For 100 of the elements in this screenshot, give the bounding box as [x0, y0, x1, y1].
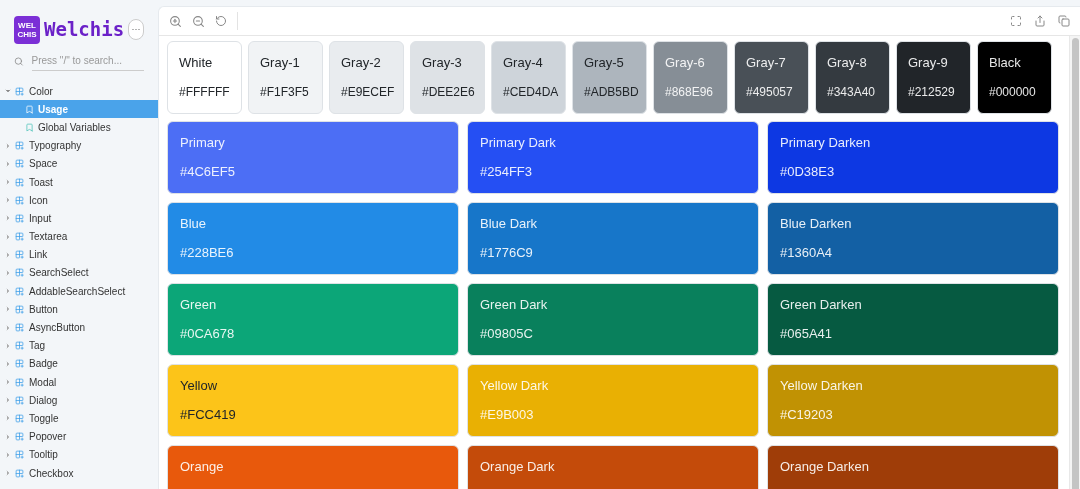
swatch-name: Gray-1 [260, 55, 301, 71]
swatch-name: White [179, 55, 214, 71]
component-icon [15, 395, 24, 405]
swatch-name: Blue Darken [780, 216, 853, 232]
component-icon [15, 359, 24, 369]
component-icon [15, 86, 24, 96]
swatch-name: Green Dark [480, 297, 549, 313]
swatch-name: Gray-7 [746, 55, 787, 71]
swatch-name: Yellow Dark [480, 378, 550, 394]
swatch-hex: #868E96 [665, 84, 715, 100]
sidebar-item[interactable]: Input [0, 209, 158, 228]
sidebar-item[interactable]: AddableSearchSelect [0, 282, 158, 301]
component-icon [15, 286, 24, 296]
swatch-name: Gray-5 [584, 55, 625, 71]
component-icon [15, 268, 24, 278]
swatch-name: Primary Darken [780, 135, 872, 151]
component-icon [15, 232, 24, 242]
sidebar-item[interactable]: Space [0, 154, 158, 173]
swatch-name: Blue [180, 216, 208, 232]
swatch-name: Blue Dark [480, 216, 539, 232]
search-field[interactable]: Press "/" to search... [31, 51, 144, 71]
component-icon [15, 304, 24, 314]
reset-zoom-icon[interactable] [215, 15, 227, 27]
swatch-hex: #212529 [908, 84, 956, 100]
component-icon [15, 432, 24, 442]
swatch-name: Orange [180, 459, 225, 475]
component-icon [15, 213, 24, 223]
swatch-name: Gray-2 [341, 55, 382, 71]
sidebar-item[interactable]: SearchSelect [0, 263, 158, 283]
logo-text: WEL CHIS [16, 20, 38, 39]
swatch-hex: #FCC419 [180, 407, 237, 423]
swatch-hex: #000000 [989, 84, 1037, 100]
swatch-name: Primary Dark [480, 135, 557, 151]
swatch-hex: #DEE2E6 [422, 84, 473, 100]
component-icon [15, 377, 24, 387]
sidebar-item[interactable]: Modal [0, 373, 158, 392]
more-button[interactable]: ··· [128, 19, 144, 40]
swatch-name: Orange Darken [780, 459, 870, 475]
swatch-hex: #0CA678 [180, 326, 236, 342]
component-icon [15, 250, 24, 260]
swatch-hex: #1360A4 [780, 245, 834, 261]
swatch-hex: #495057 [746, 84, 794, 100]
sidebar-item[interactable]: Global Variables [0, 118, 158, 137]
zoom-out-icon[interactable] [192, 14, 205, 28]
swatch-hex: #C19203 [780, 407, 834, 423]
sidebar-item[interactable]: Link [0, 245, 158, 264]
swatch-hex: #254FF3 [480, 164, 534, 180]
swatch-hex: #0D38E3 [780, 164, 836, 180]
component-icon [15, 341, 24, 351]
sidebar-item[interactable]: Color [0, 82, 158, 101]
component-icon [15, 468, 24, 478]
component-icon [15, 195, 24, 205]
swatch-hex: #E9B003 [480, 407, 535, 423]
swatch-name: Gray-3 [422, 55, 463, 71]
swatch-hex: #228BE6 [180, 245, 235, 261]
sidebar-item[interactable]: Textarea [0, 227, 158, 246]
component-icon [15, 413, 24, 423]
copy-icon[interactable] [1058, 15, 1070, 27]
swatch-name: Gray-6 [665, 55, 706, 71]
share-icon[interactable] [1034, 15, 1046, 27]
caret-icon [4, 469, 12, 478]
sidebar-item[interactable]: Checkbox [0, 463, 158, 483]
zoom-in-icon[interactable] [169, 14, 182, 28]
component-icon [15, 177, 24, 187]
swatch-hex: #065A41 [780, 326, 834, 342]
sidebar-item[interactable]: Tag [0, 336, 158, 355]
swatch-hex: #F1F3F5 [260, 84, 310, 100]
sidebar-item[interactable]: AsyncButton [0, 318, 158, 337]
swatch-name: Gray-4 [503, 55, 544, 71]
brand-name: Welchis [44, 17, 125, 43]
swatch-hex: #1776C9 [480, 245, 534, 261]
component-icon [15, 450, 24, 460]
swatch-name: Orange Dark [480, 459, 556, 475]
swatch-hex: #4C6EF5 [180, 164, 236, 180]
swatch-name: Green [180, 297, 218, 313]
swatch-hex: #E9ECEF [341, 84, 392, 100]
scrollbar[interactable] [1069, 36, 1080, 489]
sidebar-item[interactable]: Typography [0, 136, 158, 155]
search-icon [14, 55, 24, 67]
component-icon [15, 159, 24, 169]
component-icon [15, 141, 24, 151]
swatch-hex: #343A40 [827, 84, 877, 100]
swatch-name: Yellow [180, 378, 219, 394]
sidebar-item[interactable]: Tooltip [0, 445, 158, 464]
swatch-name: Yellow Darken [780, 378, 864, 394]
sidebar-item[interactable]: Popover [0, 427, 158, 446]
sidebar-item[interactable]: Dialog [0, 391, 158, 410]
fullscreen-icon[interactable] [1010, 15, 1022, 27]
swatch-name: Gray-8 [827, 55, 868, 71]
sidebar-item[interactable]: Button [0, 300, 158, 319]
sidebar-item[interactable]: Badge [0, 354, 158, 373]
swatch-hex: #FFFFFF [179, 84, 230, 100]
sidebar-item[interactable]: Icon [0, 191, 158, 210]
swatch-name: Primary [180, 135, 226, 151]
swatch-name: Green Darken [780, 297, 863, 313]
sidebar-item[interactable]: Toggle [0, 409, 158, 428]
sidebar-item[interactable]: Toast [0, 172, 158, 192]
swatch-name: Black [989, 55, 1022, 71]
swatch-name: Gray-9 [908, 55, 949, 71]
swatch-hex: #09805C [480, 326, 534, 342]
